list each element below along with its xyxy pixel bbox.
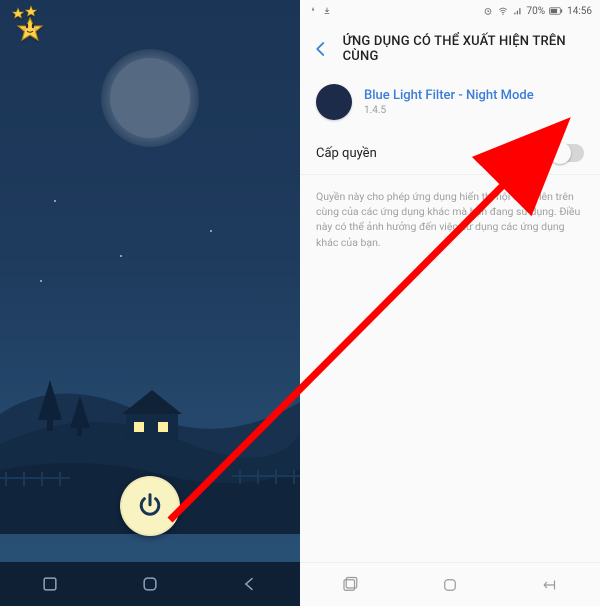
rating-star-icon[interactable] <box>10 4 56 48</box>
power-icon <box>135 491 165 521</box>
recents-nav-icon[interactable] <box>40 574 60 594</box>
night-mode-app-screen <box>0 0 300 606</box>
recents-nav-icon[interactable] <box>339 576 361 594</box>
home-nav-icon[interactable] <box>440 576 460 594</box>
system-nav-bar <box>300 562 600 606</box>
clock: 14:56 <box>567 6 592 17</box>
permission-description: Quyền này cho phép ứng dụng hiển thị nội… <box>300 175 600 264</box>
wifi-icon <box>497 6 509 16</box>
back-nav-icon[interactable] <box>539 576 561 594</box>
download-icon <box>322 6 332 16</box>
status-bar: 70% 14:56 <box>300 0 600 22</box>
permission-toggle[interactable] <box>550 144 584 162</box>
power-button[interactable] <box>120 476 180 536</box>
toggle-knob <box>549 142 571 164</box>
header: ỨNG DỤNG CÓ THỂ XUẤT HIỆN TRÊN CÙNG <box>300 22 600 74</box>
chevron-left-icon <box>312 40 330 58</box>
app-name: Blue Light Filter - Night Mode <box>364 88 534 103</box>
moon-icon <box>323 91 345 113</box>
battery-percent: 70% <box>527 6 546 17</box>
permission-label: Cấp quyền <box>316 146 377 161</box>
permission-row: Cấp quyền <box>300 134 600 175</box>
alarm-icon <box>483 6 493 16</box>
battery-icon <box>549 6 563 16</box>
moon-illustration <box>94 42 206 154</box>
system-nav-bar <box>0 562 300 606</box>
signal-icon <box>513 6 523 16</box>
back-button[interactable] <box>310 37 333 61</box>
location-icon <box>308 6 318 16</box>
app-version: 1.4.5 <box>364 105 534 116</box>
page-title: ỨNG DỤNG CÓ THỂ XUẤT HIỆN TRÊN CÙNG <box>343 34 590 64</box>
app-icon <box>316 84 352 120</box>
app-info-row: Blue Light Filter - Night Mode 1.4.5 <box>300 74 600 134</box>
home-nav-icon[interactable] <box>140 574 160 594</box>
back-nav-icon[interactable] <box>240 574 260 594</box>
overlay-permission-screen: 70% 14:56 ỨNG DỤNG CÓ THỂ XUẤT HIỆN TRÊN… <box>300 0 600 606</box>
